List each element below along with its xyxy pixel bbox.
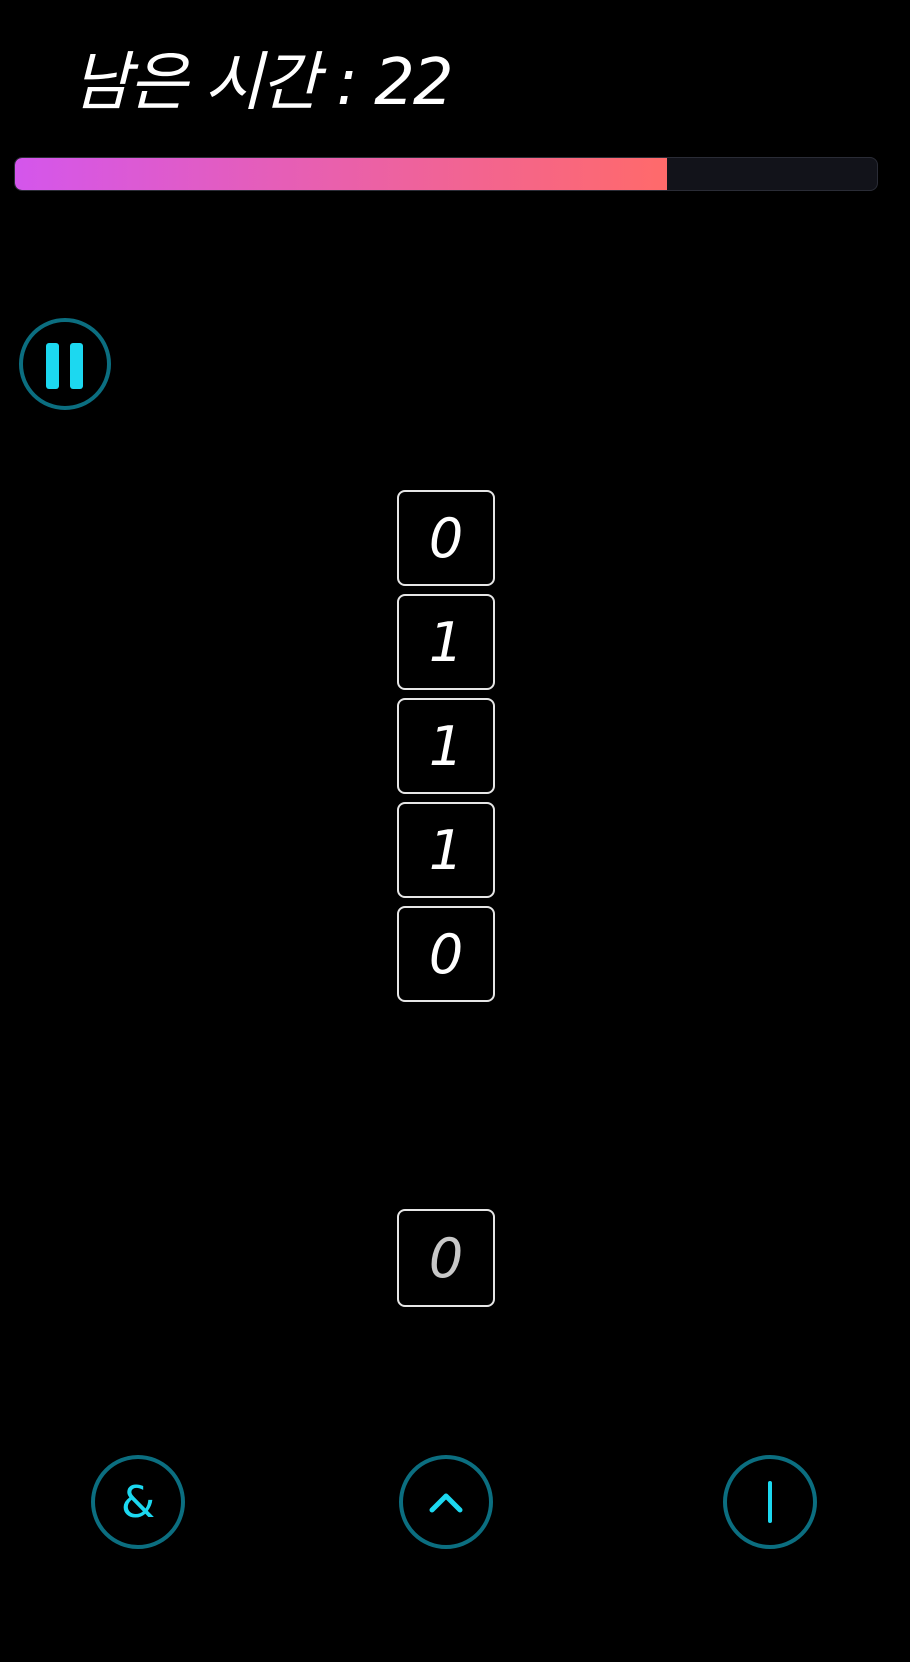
time-progress-fill [15,158,667,190]
pause-icon-bar [70,343,83,389]
stack-tile: 1 [397,698,495,794]
pause-icon [46,343,59,389]
and-operator-button[interactable]: & [91,1455,185,1549]
current-bit-tile: 0 [397,1209,495,1307]
or-operator-button[interactable] [723,1455,817,1549]
stack-tile: 0 [397,906,495,1002]
time-remaining-label: 남은 시간 : 22 [72,46,454,120]
ampersand-label: & [120,1476,156,1528]
caret-up-icon [429,1493,463,1513]
stack-tile: 0 [397,490,495,586]
time-progress-bar [14,157,878,191]
stack-tile: 1 [397,594,495,690]
pause-button[interactable] [19,318,111,410]
vertical-bar-icon [768,1481,772,1523]
stack-tile: 1 [397,802,495,898]
bit-stack: 0 1 1 1 0 [397,490,495,1010]
xor-operator-button[interactable] [399,1455,493,1549]
